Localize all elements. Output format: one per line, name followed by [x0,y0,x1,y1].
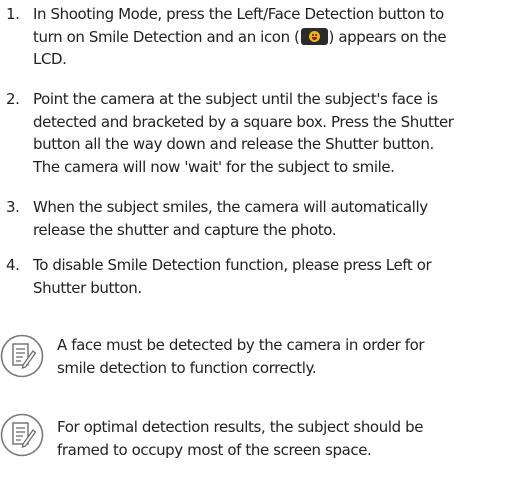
step-line: In Shooting Mode, press the Left/Face De… [33,5,444,23]
step-line-part: ) appears on the [328,27,447,46]
step-line-with-icon: turn on Smile Detection and an icon ( ) a… [33,26,517,49]
step-line: LCD. [33,50,67,68]
step-text: Point the camera at the subject until th… [33,88,517,178]
step-line-part: turn on Smile Detection and an icon ( [33,27,300,46]
step-number: 3. [6,198,20,216]
step-line: release the shutter and capture the phot… [33,220,337,239]
smile-face [308,30,320,42]
note-text: A face must be detected by the camera in… [57,334,517,379]
note-line: smile detection to function correctly. [57,358,317,377]
note-icon [0,413,44,457]
step-text: To disable Smile Detection function, ple… [33,254,517,299]
step-number: 1. [6,5,20,23]
step-line: To disable Smile Detection function, ple… [33,256,432,274]
step-line: button all the way down and release the … [33,135,434,153]
step-line: The camera will now 'wait' for the subje… [33,157,395,176]
manual-page: 1. In Shooting Mode, press the Left/Face… [0,0,519,483]
note-icon [0,334,44,378]
step-line: Point the camera at the subject until th… [33,90,438,108]
note-line: framed to occupy most of the screen spac… [57,440,372,459]
step-text: In Shooting Mode, press the Left/Face De… [33,3,517,71]
step-line: detected and bracketed by a square box. … [33,112,454,131]
step-number: 4. [6,256,20,274]
note-line: For optimal detection results, the subje… [57,418,424,436]
note-text: For optimal detection results, the subje… [57,416,517,461]
step-line: Shutter button. [33,278,142,297]
step-line: When the subject smiles, the camera will… [33,198,428,216]
step-number: 2. [6,90,20,108]
smile-detection-icon [300,27,328,45]
step-text: When the subject smiles, the camera will… [33,196,517,241]
note-line: A face must be detected by the camera in… [57,336,425,354]
